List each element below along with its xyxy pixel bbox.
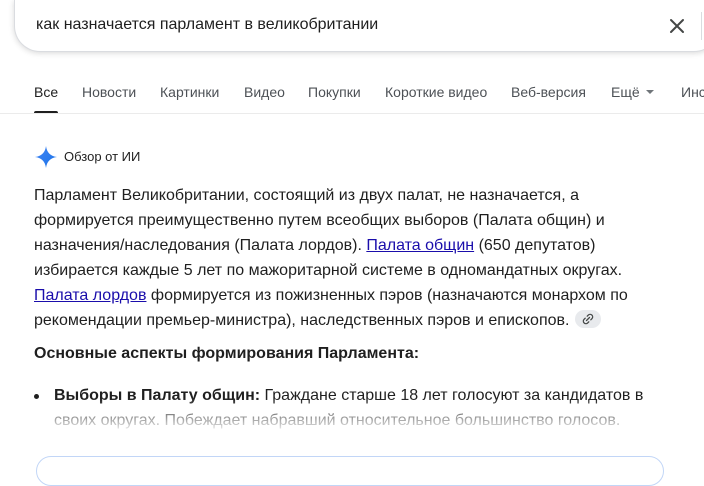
bullet-bold-label: Выборы в Палату общин:	[54, 387, 261, 404]
bullet-dot	[34, 394, 39, 399]
show-more-button[interactable]	[36, 456, 664, 486]
tab-more-label: Ещё	[611, 84, 640, 100]
section-heading: Основные аспекты формирования Парламента…	[34, 345, 420, 362]
search-box[interactable]: как назначается парламент в великобритан…	[14, 0, 704, 52]
close-icon	[670, 19, 684, 33]
link-house-of-lords[interactable]: Палата лордов	[34, 287, 146, 304]
tabs-divider	[0, 113, 704, 114]
tab-web[interactable]: Веб-версия	[511, 84, 586, 100]
search-tabs: Все Новости Картинки Видео Покупки Корот…	[0, 74, 704, 114]
ai-overview-title: Обзор от ИИ	[64, 149, 141, 164]
citation-link-button[interactable]	[575, 309, 602, 328]
bullet-text: Выборы в Палату общин: Граждане старше 1…	[54, 383, 664, 433]
ai-overview-paragraph: Парламент Великобритании, состоящий из д…	[34, 183, 674, 333]
link-house-of-commons[interactable]: Палата общин	[366, 237, 474, 254]
chevron-down-icon	[645, 90, 654, 95]
clear-search-button[interactable]	[665, 14, 689, 38]
tab-short-videos[interactable]: Короткие видео	[385, 84, 487, 100]
tab-images[interactable]: Картинки	[160, 84, 219, 100]
tab-all[interactable]: Все	[34, 84, 58, 100]
search-divider	[701, 12, 702, 40]
link-icon	[583, 313, 594, 325]
ai-overview-text: Парламент Великобритании, состоящий из д…	[34, 183, 674, 333]
tab-shopping[interactable]: Покупки	[308, 84, 361, 100]
sparkle-icon	[35, 146, 57, 168]
tab-more[interactable]: Ещё	[611, 84, 654, 100]
tab-tools[interactable]: Инс	[681, 84, 704, 100]
tab-news[interactable]: Новости	[82, 84, 136, 100]
tab-videos[interactable]: Видео	[244, 84, 285, 100]
search-input[interactable]: как назначается парламент в великобритан…	[36, 16, 378, 34]
